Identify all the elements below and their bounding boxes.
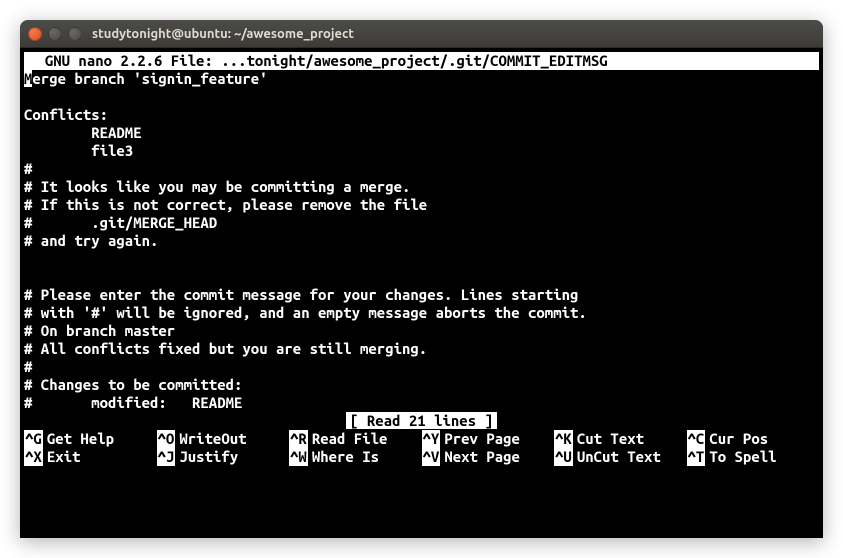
shortcut-key: ^J — [157, 448, 176, 466]
editor-line: file3 — [24, 142, 819, 160]
minimize-icon[interactable] — [48, 27, 62, 41]
nano-file-path: ...tonight/awesome_project/.git/COMMIT_E… — [221, 52, 607, 69]
editor-content[interactable]: Merge branch 'signin_feature'Conflicts: … — [24, 70, 819, 412]
shortcut-label: Get Help — [47, 430, 114, 448]
shortcut-label: Read File — [312, 430, 388, 448]
editor-line — [24, 268, 819, 286]
maximize-icon[interactable] — [68, 27, 82, 41]
editor-line: # .git/MERGE_HEAD — [24, 214, 819, 232]
line-text-rest: erge branch 'signin_feature' — [32, 70, 267, 87]
shortcut-writeout: ^OWriteOut — [157, 430, 290, 448]
status-line: [ Read 21 lines ] — [24, 412, 819, 430]
shortcut-exit: ^XExit — [24, 448, 157, 466]
window-controls — [28, 27, 82, 41]
editor-line: Merge branch 'signin_feature' — [24, 70, 819, 88]
shortcut-label: Cur Pos — [709, 430, 768, 448]
editor-line: # On branch master — [24, 322, 819, 340]
shortcut-key: ^G — [24, 430, 43, 448]
nano-file-label: File: — [171, 52, 213, 69]
shortcut-get-help: ^GGet Help — [24, 430, 157, 448]
shortcut-key: ^K — [554, 430, 573, 448]
editor-line: # — [24, 160, 819, 178]
shortcut-key: ^C — [687, 430, 706, 448]
shortcut-row-2: ^XExit ^JJustify ^WWhere Is ^VNext Page … — [24, 448, 819, 466]
nano-app-name: GNU nano — [45, 52, 112, 69]
terminal-area[interactable]: GNU nano 2.2.6 File: ...tonight/awesome_… — [20, 48, 823, 538]
editor-line: # modified: README — [24, 394, 819, 412]
shortcut-read-file: ^RRead File — [289, 430, 422, 448]
editor-line: # All conflicts fixed but you are still … — [24, 340, 819, 358]
status-message: [ Read 21 lines ] — [346, 412, 497, 429]
nano-version: 2.2.6 — [120, 52, 162, 69]
shortcut-label: UnCut Text — [577, 448, 661, 466]
shortcut-label: Exit — [47, 448, 81, 466]
editor-line: # It looks like you may be committing a … — [24, 178, 819, 196]
shortcut-to-spell: ^TTo Spell — [687, 448, 820, 466]
shortcut-label: WriteOut — [179, 430, 246, 448]
shortcut-label: Where Is — [312, 448, 379, 466]
shortcut-key: ^T — [687, 448, 706, 466]
shortcut-key: ^X — [24, 448, 43, 466]
editor-line: # Changes to be committed: — [24, 376, 819, 394]
editor-line: # and try again. — [24, 232, 819, 250]
shortcut-key: ^Y — [422, 430, 441, 448]
editor-line: Conflicts: — [24, 106, 819, 124]
terminal-window: studytonight@ubuntu: ~/awesome_project G… — [20, 20, 823, 538]
shortcut-label: Next Page — [444, 448, 520, 466]
shortcut-cur-pos: ^CCur Pos — [687, 430, 820, 448]
titlebar[interactable]: studytonight@ubuntu: ~/awesome_project — [20, 20, 823, 48]
shortcut-key: ^O — [157, 430, 176, 448]
shortcut-key: ^U — [554, 448, 573, 466]
close-icon[interactable] — [28, 27, 42, 41]
editor-line: # Please enter the commit message for yo… — [24, 286, 819, 304]
shortcut-uncut-text: ^UUnCut Text — [554, 448, 687, 466]
shortcut-label: To Spell — [709, 448, 776, 466]
shortcut-label: Cut Text — [577, 430, 644, 448]
shortcut-label: Prev Page — [444, 430, 520, 448]
shortcut-key: ^V — [422, 448, 441, 466]
shortcut-label: Justify — [179, 448, 238, 466]
shortcut-justify: ^JJustify — [157, 448, 290, 466]
shortcut-row-1: ^GGet Help ^OWriteOut ^RRead File ^YPrev… — [24, 430, 819, 448]
editor-line: # — [24, 358, 819, 376]
editor-line — [24, 88, 819, 106]
editor-line: # If this is not correct, please remove … — [24, 196, 819, 214]
shortcut-next-page: ^VNext Page — [422, 448, 555, 466]
shortcut-cut-text: ^KCut Text — [554, 430, 687, 448]
editor-line: # with '#' will be ignored, and an empty… — [24, 304, 819, 322]
shortcut-prev-page: ^YPrev Page — [422, 430, 555, 448]
nano-header: GNU nano 2.2.6 File: ...tonight/awesome_… — [24, 52, 819, 70]
window-title: studytonight@ubuntu: ~/awesome_project — [92, 27, 354, 41]
editor-line: README — [24, 124, 819, 142]
shortcut-key: ^R — [289, 430, 308, 448]
editor-line — [24, 250, 819, 268]
shortcut-where-is: ^WWhere Is — [289, 448, 422, 466]
shortcut-key: ^W — [289, 448, 308, 466]
